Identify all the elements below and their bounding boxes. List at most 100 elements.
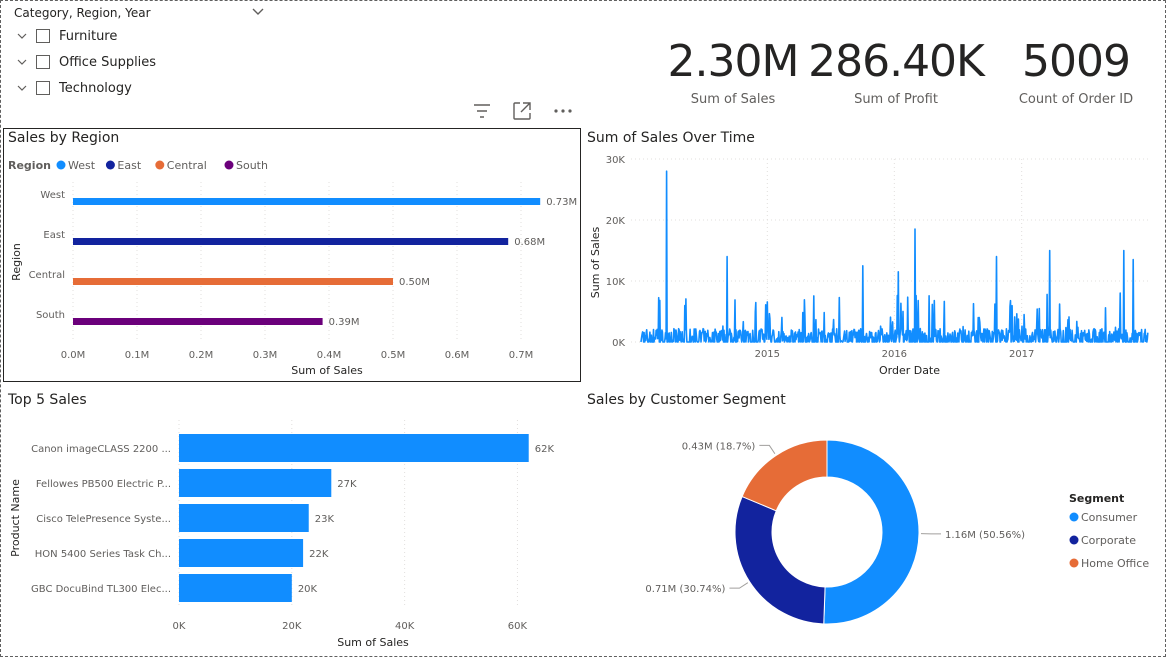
x-axis-title: Sum of Sales	[291, 364, 363, 377]
slicer-item-office-supplies[interactable]: Office Supplies	[16, 52, 156, 72]
bar-central	[73, 278, 393, 285]
data-label: 0.43M (18.7%)	[682, 441, 756, 452]
y-tick-label: Cisco TelePresence Syste...	[36, 514, 171, 525]
sales-by-region-title: Sales by Region	[8, 130, 120, 146]
legend-marker	[1069, 558, 1079, 568]
leader-line	[759, 444, 776, 455]
slicer-item-furniture[interactable]: Furniture	[16, 26, 117, 46]
bar-west	[73, 198, 541, 205]
x-tick-label: 40K	[395, 621, 415, 632]
sales-by-region-chart[interactable]: Region West East Central South 0.0M 0.1M 0.2M 0.…	[3, 150, 581, 382]
segment-title: Sales by Customer Segment	[587, 392, 786, 408]
y-tick-label: Fellowes PB500 Electric P...	[36, 479, 171, 490]
series-line-sum-of-sales	[640, 170, 1149, 343]
data-label: 62K	[535, 444, 555, 455]
slicer-item-technology[interactable]: Technology	[16, 78, 132, 98]
legend-marker	[1069, 512, 1079, 522]
focus-mode-icon[interactable]	[512, 101, 532, 121]
x-tick-label: 0.6M	[445, 350, 470, 361]
x-tick-label: 0.2M	[189, 350, 214, 361]
y-tick-label: 10K	[606, 277, 626, 288]
y-tick-label: Canon imageCLASS 2200 ...	[31, 444, 171, 455]
x-tick-label: 2017	[1009, 349, 1034, 360]
expand-chevron-icon[interactable]	[16, 56, 28, 68]
x-tick-label: 2016	[882, 349, 907, 360]
legend-item-east: East	[117, 159, 141, 172]
data-label: 1.16M (50.56%)	[945, 530, 1025, 541]
chevron-down-icon[interactable]	[251, 4, 265, 18]
slicer-item-label: Technology	[59, 80, 132, 96]
data-label: 0.68M	[514, 237, 545, 248]
legend-title: Region	[8, 159, 51, 172]
data-label: 23K	[315, 514, 335, 525]
legend-marker	[105, 160, 115, 170]
x-axis-title: Order Date	[879, 364, 940, 377]
bar	[179, 434, 529, 462]
legend-marker	[1069, 535, 1079, 545]
y-axis-title: Sum of Sales	[589, 226, 602, 298]
x-axis-title: Sum of Sales	[337, 636, 409, 649]
x-tick-label: 0K	[173, 621, 186, 632]
legend-item-south: South	[236, 159, 268, 172]
expand-chevron-icon[interactable]	[16, 82, 28, 94]
slicer-item-label: Office Supplies	[59, 54, 157, 70]
kpi-orders-value: 5009	[1022, 36, 1131, 87]
data-label: 0.71M (30.74%)	[645, 584, 725, 595]
slicer-item-label: Furniture	[59, 28, 118, 44]
data-label: 20K	[298, 584, 318, 595]
bar	[179, 574, 292, 602]
x-tick-label: 0.4M	[317, 350, 342, 361]
segment-chart[interactable]: 1.16M (50.56%) 0.71M (30.74%) 0.43M (18.7%…	[585, 412, 1157, 652]
y-axis-title: Product Name	[9, 479, 22, 557]
y-tick-label: 30K	[606, 155, 626, 166]
legend-item-central: Central	[167, 159, 207, 172]
data-label: 27K	[337, 479, 357, 490]
legend-item-home-office: Home Office	[1081, 557, 1149, 570]
y-tick-label: East	[43, 230, 65, 241]
y-tick-label: 20K	[606, 216, 626, 227]
filter-icon[interactable]	[472, 101, 492, 121]
bar	[179, 469, 332, 497]
legend-item-west: West	[68, 159, 96, 172]
leader-line	[729, 582, 749, 589]
kpi-sales-label: Sum of Sales	[690, 92, 776, 107]
x-tick-label: 0.1M	[125, 350, 150, 361]
legend-marker	[155, 160, 165, 170]
top5-sales-title: Top 5 Sales	[8, 392, 87, 408]
data-label: 0.50M	[399, 277, 430, 288]
y-tick-label: GBC DocuBind TL300 Elec...	[31, 584, 171, 595]
checkbox[interactable]	[36, 55, 50, 69]
slice-corporate	[734, 495, 826, 625]
legend-marker	[224, 160, 234, 170]
bar	[179, 504, 309, 532]
legend-item-consumer: Consumer	[1081, 511, 1138, 524]
top5-sales-chart[interactable]: 0K 20K 40K 60K Sum of Sales Product Name Canon…	[3, 412, 581, 652]
x-tick-label: 0.0M	[61, 350, 86, 361]
y-tick-label: South	[36, 310, 65, 321]
x-tick-label: 60K	[508, 621, 528, 632]
x-tick-label: 0.5M	[381, 350, 406, 361]
more-options-icon[interactable]	[553, 101, 573, 121]
checkbox[interactable]	[36, 29, 50, 43]
y-tick-label: 0K	[612, 338, 625, 349]
data-label: 0.73M	[546, 197, 577, 208]
expand-chevron-icon[interactable]	[16, 30, 28, 42]
x-tick-label: 0.3M	[253, 350, 278, 361]
kpi-profit-label: Sum of Profit	[854, 92, 938, 107]
y-axis-title: Region	[10, 243, 23, 281]
y-tick-label: West	[40, 190, 65, 201]
legend-title: Segment	[1069, 492, 1124, 505]
x-tick-label: 2015	[755, 349, 780, 360]
bar-east	[73, 238, 509, 245]
slice-consumer	[823, 439, 920, 625]
kpi-sales-value: 2.30M	[667, 36, 800, 87]
sales-over-time-chart[interactable]: 0K 10K 20K 30K 2015 2016 2017 Order Date Sum of …	[585, 148, 1157, 382]
checkbox[interactable]	[36, 81, 50, 95]
data-label: 22K	[309, 549, 329, 560]
y-tick-label: Central	[29, 270, 65, 281]
kpi-orders-label: Count of Order ID	[1018, 92, 1134, 107]
x-tick-label: 0.7M	[509, 350, 534, 361]
kpi-profit-value: 286.40K	[808, 36, 985, 87]
sales-over-time-title: Sum of Sales Over Time	[587, 130, 755, 146]
data-label: 0.39M	[329, 317, 360, 328]
